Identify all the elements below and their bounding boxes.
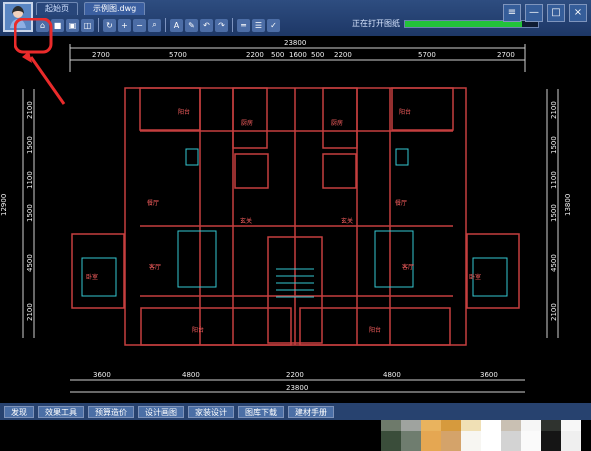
mosaic-cell bbox=[421, 431, 441, 451]
bottom-button-design[interactable]: 设计画图 bbox=[138, 405, 184, 418]
refresh-icon[interactable]: ↻ bbox=[103, 18, 116, 32]
room-label: 厨房 bbox=[241, 119, 253, 127]
zoom-out-icon[interactable]: − bbox=[133, 18, 146, 32]
zoom-in-icon[interactable]: + bbox=[118, 18, 131, 32]
ruler-icon[interactable]: ═ bbox=[237, 18, 250, 32]
tab-drawing[interactable]: 示例图.dwg bbox=[84, 2, 146, 15]
save-icon[interactable]: ■ bbox=[51, 18, 64, 32]
left-dim: 2100 bbox=[26, 303, 34, 321]
maximize-button[interactable]: □ bbox=[547, 4, 565, 22]
tab-strip: 起始页 示例图.dwg bbox=[36, 2, 146, 15]
top-dim: 5700 bbox=[418, 51, 436, 59]
room-label: 餐厅 bbox=[395, 199, 407, 207]
title-bar: 起始页 示例图.dwg ⌂ ■ ▣ ◫ ↻ + − ⌕ A ✎ ↶ ↷ ═ ☰ … bbox=[0, 0, 591, 36]
layers-icon[interactable]: ☰ bbox=[252, 18, 265, 32]
redo-icon[interactable]: ↷ bbox=[215, 18, 228, 32]
settings-icon[interactable]: ≡ bbox=[503, 4, 521, 22]
room-label: 客厅 bbox=[402, 263, 414, 271]
check-icon[interactable]: ✓ bbox=[267, 18, 280, 32]
open-icon[interactable]: ⌂ bbox=[36, 18, 49, 32]
top-dim: 2200 bbox=[334, 51, 352, 59]
room-label: 卧室 bbox=[469, 273, 481, 281]
lock-icon[interactable]: ▣ bbox=[66, 18, 79, 32]
mosaic-cell bbox=[381, 431, 401, 451]
progress-label: 正在打开图纸 bbox=[352, 19, 400, 28]
top-dim: 2700 bbox=[497, 51, 515, 59]
right-dim: 2100 bbox=[550, 303, 558, 321]
bottom-button-discover[interactable]: 发现 bbox=[4, 405, 34, 418]
mosaic-cell bbox=[501, 431, 521, 451]
top-dim: 500 bbox=[271, 51, 284, 59]
mosaic-cell bbox=[561, 431, 581, 451]
left-dim: 4500 bbox=[26, 254, 34, 272]
unlock-icon[interactable]: ◫ bbox=[81, 18, 94, 32]
top-dim: 2700 bbox=[92, 51, 110, 59]
mosaic-cell bbox=[541, 431, 561, 451]
right-dim: 4500 bbox=[550, 254, 558, 272]
bottom-button-budget[interactable]: 预算造价 bbox=[88, 405, 134, 418]
left-total-dimension: 12900 bbox=[0, 194, 8, 216]
room-label: 玄关 bbox=[341, 217, 353, 225]
room-label: 阳台 bbox=[178, 108, 190, 116]
text-icon[interactable]: A bbox=[170, 18, 183, 32]
room-label: 卧室 bbox=[86, 273, 98, 281]
cad-drawing-area[interactable]: 23800 2700 5700 2200 500 1600 500 2200 5… bbox=[0, 36, 591, 451]
room-label: 阳台 bbox=[369, 326, 381, 334]
close-button[interactable]: × bbox=[569, 4, 587, 22]
bottom-button-effects[interactable]: 效果工具 bbox=[38, 405, 84, 418]
right-dim: 2100 bbox=[550, 101, 558, 119]
room-label: 玄关 bbox=[240, 217, 252, 225]
mosaic-cell bbox=[401, 431, 421, 451]
mosaic-cell bbox=[521, 431, 541, 451]
room-label: 厨房 bbox=[331, 119, 343, 127]
bottom-button-manual[interactable]: 建材手册 bbox=[288, 405, 334, 418]
toolbar-separator bbox=[98, 18, 99, 32]
top-dim: 500 bbox=[311, 51, 324, 59]
minimize-button[interactable]: — bbox=[525, 4, 543, 22]
toolbar-separator-2 bbox=[165, 18, 166, 32]
bottom-dim: 4800 bbox=[182, 371, 200, 379]
right-dim: 1500 bbox=[550, 204, 558, 222]
room-label: 客厅 bbox=[149, 263, 161, 271]
top-dim: 1600 bbox=[289, 51, 307, 59]
bottom-dim: 3600 bbox=[480, 371, 498, 379]
room-label: 阳台 bbox=[192, 326, 204, 334]
mosaic-cell bbox=[441, 431, 461, 451]
right-total-dimension: 13800 bbox=[564, 194, 572, 216]
right-dim: 1100 bbox=[550, 171, 558, 189]
mosaic-cell bbox=[461, 431, 481, 451]
top-dim: 5700 bbox=[169, 51, 187, 59]
toolbar: ⌂ ■ ▣ ◫ ↻ + − ⌕ A ✎ ↶ ↷ ═ ☰ ✓ bbox=[36, 16, 280, 34]
top-dim: 2200 bbox=[246, 51, 264, 59]
left-dim: 1100 bbox=[26, 171, 34, 189]
top-total-dimension: 23800 bbox=[284, 39, 306, 47]
room-label: 阳台 bbox=[399, 108, 411, 116]
bottom-dim: 4800 bbox=[383, 371, 401, 379]
brush-icon[interactable]: ✎ bbox=[185, 18, 198, 32]
user-icon bbox=[10, 6, 26, 28]
bottom-dim: 3600 bbox=[93, 371, 111, 379]
bottom-dim: 2200 bbox=[286, 371, 304, 379]
right-dim: 1500 bbox=[550, 136, 558, 154]
bottom-toolbar: 发现 效果工具 预算造价 设计画图 家装设计 图库下载 建材手册 bbox=[0, 403, 591, 420]
tab-start-page[interactable]: 起始页 bbox=[36, 2, 78, 15]
floor-plan: 23800 2700 5700 2200 500 1600 500 2200 5… bbox=[0, 36, 591, 403]
toolbar-separator-3 bbox=[232, 18, 233, 32]
undo-icon[interactable]: ↶ bbox=[200, 18, 213, 32]
bottom-button-home[interactable]: 家装设计 bbox=[188, 405, 234, 418]
search-icon[interactable]: ⌕ bbox=[148, 18, 161, 32]
avatar[interactable] bbox=[3, 2, 33, 32]
window-controls: ≡ — □ × bbox=[503, 4, 587, 22]
left-dim: 2100 bbox=[26, 101, 34, 119]
left-dim: 1500 bbox=[26, 136, 34, 154]
bottom-button-library[interactable]: 图库下载 bbox=[238, 405, 284, 418]
mosaic-cell bbox=[481, 431, 501, 451]
left-dim: 1500 bbox=[26, 204, 34, 222]
bottom-total-dimension: 23800 bbox=[286, 384, 308, 392]
room-label: 餐厅 bbox=[147, 199, 159, 207]
